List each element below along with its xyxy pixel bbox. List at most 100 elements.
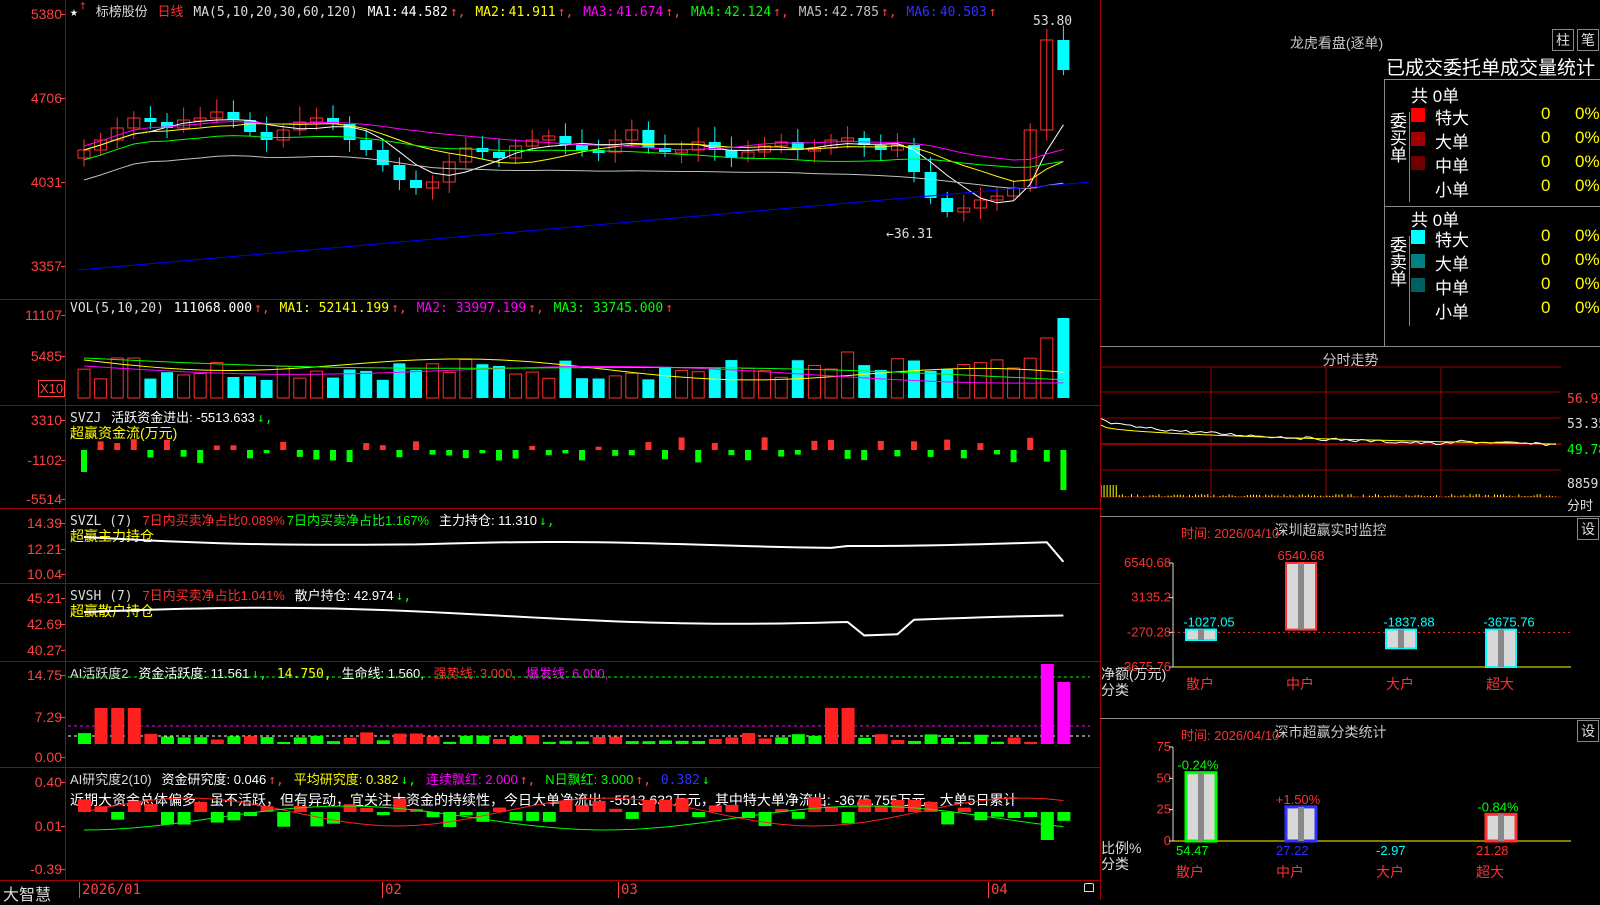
kline-pane[interactable]: 5380 4706 4031 3357 ★ † 标榜股份 日线 MA(5,10,2… [0,0,1100,300]
volume-bar-up [990,359,1004,399]
ai-research-pane[interactable]: 0.40 0.01 -0.39 AI研究度2(10) 资金研究度: 0.046 ↑… [0,768,1100,880]
air-bar-up [194,801,208,812]
ai-activity-pane[interactable]: 14.75 7.29 0.00 AI活跃度2 资金活跃度: 11.561 ↓, 1… [0,662,1100,768]
air-bar-up [360,807,374,812]
kline-chart[interactable] [0,0,1100,300]
ai-activity-bar [675,740,689,744]
category-label: 散户 [1186,676,1214,692]
svzj-bar-down [562,450,569,454]
volume-bar-down [908,360,920,398]
ai-activity-bar [260,737,274,744]
volume-bar-up [509,373,523,399]
row-value: 0 [1541,226,1551,245]
monitor-x-label: 分类 [1101,682,1129,698]
volume-bar-up [309,370,323,399]
class-stat-chart[interactable]: 时间: 2026/04/107550250-0.24%54.47散户+1.50%… [1101,719,1600,901]
monitor-chart[interactable]: 时间: 2026/04/10 6540.68 3135.2 -270.28 -3675.… [1101,517,1600,719]
ai-activity-bar [924,734,938,744]
class-stat-bar-shade [1498,814,1504,841]
fenshi-chart[interactable] [1101,347,1600,517]
svzj-bar-down [296,450,303,457]
air-bar-up [725,804,739,812]
ai-activity-bar [443,741,457,744]
candle-down [576,145,588,150]
ai-activity-bar [343,737,357,744]
longhu-row: 大单 0 0% [1411,250,1600,274]
ai-activity-bar [194,737,208,744]
volume-chart[interactable] [0,300,1100,406]
lock-icon[interactable] [1084,883,1094,892]
ai-activity-bar [775,737,789,744]
air-bar-up [576,805,589,812]
svzl-pane[interactable]: 14.39 12.21 10.04 SVZL (7) 7日内买卖净占比0.089… [0,509,1100,584]
category-label: 超大 [1486,676,1514,692]
svsh-pane[interactable]: 45.21 42.69 40.27 SVSH (7) 7日内买卖净占比1.041… [0,584,1100,662]
volume-bar-down [376,379,389,398]
ai-activity-bar [858,737,872,744]
ai-activity-bar [742,733,755,744]
monitor-bar-shade [1298,563,1304,630]
monitor-panel[interactable]: 深圳超赢实时监控 设 时间: 2026/04/10 6540.68 3135.2 -2… [1100,516,1600,718]
volume-bar-up [890,358,904,399]
ai-activity-bar [360,732,374,744]
svzj-bar-down [778,450,785,457]
svzj-bar-up [379,445,386,450]
monitor-bar-shade [1398,629,1404,649]
row-color-swatch [1411,180,1425,194]
ai-activity-bar [410,733,423,744]
volume-pane[interactable]: 11107 5485 X10 VOL(5,10,20) 111068.000 ↑,… [0,300,1100,406]
volume-bar-down [493,365,505,398]
ai-activity-bar [78,733,91,744]
ai-activity-bar [659,740,672,744]
svzj-bar-up [363,443,370,450]
row-name: 大单 [1435,133,1469,152]
fenshi-y-tick: 53.35 [1567,417,1600,432]
fenshi-panel[interactable]: 分时走势 56.92 53.35 49.78 8859 分时 [1100,346,1600,516]
svzj-bar-down [745,450,751,461]
monitor-time: 时间: 2026/04/10 [1181,526,1279,541]
ai-activity-bar [708,738,722,744]
monitor-bar-shade [1198,629,1204,641]
svzj-bar-down [462,450,469,459]
air-bar-down [542,812,556,822]
monitor-y-label: 净额(万元) [1101,666,1166,682]
volume-bar-up [459,359,473,399]
svzj-chart[interactable] [0,406,1100,509]
air-bar-up [144,804,158,812]
svzj-bar-down [612,450,619,456]
ai-activity-bar [111,708,125,744]
ai-activity-bar [161,736,174,744]
ai-activity-chart[interactable] [0,662,1100,768]
tick-mode-button[interactable]: 笔 [1577,29,1599,51]
monitor-bar-label: 6540.68 [1278,548,1325,563]
ai-activity-bar [825,708,838,744]
ai-activity-bar [94,708,108,744]
volume-bar-up [276,365,290,399]
bar-mode-button[interactable]: 柱 [1552,29,1574,51]
y-tick: -270.28 [1127,624,1171,639]
class-stat-panel[interactable]: 深市超赢分类统计 设 时间: 2026/04/10 75 50 25 0 -0.24% 54… [1100,718,1600,900]
ai-activity-bar [310,735,324,744]
svzj-bar-up [413,441,419,450]
ai-activity-bar [459,735,473,744]
ai-activity-bar [393,733,407,744]
ai-research-chart[interactable] [0,768,1100,880]
buy-section-label: 委买单 [1385,112,1410,202]
volume-bar-up [758,370,772,399]
class-stat-change: -0.24% [1177,758,1219,773]
volume-bar-up [807,364,821,399]
volume-bar-up [525,371,539,399]
svzj-bar-down [496,450,502,461]
row-pct: 0% [1575,176,1600,195]
row-name: 特大 [1435,109,1469,128]
svsh-chart[interactable] [0,584,1100,662]
svzj-pane[interactable]: 3310 -1102 -5514 SVZJ 活跃资金进出: -5513.633 ↓… [0,406,1100,509]
candle-down [144,118,157,122]
svzj-bar-up [595,446,602,450]
svzj-bar-down [628,450,635,456]
svzj-bar-down [861,450,868,461]
svzj-bar-up [230,445,237,450]
svzl-chart[interactable] [0,509,1100,584]
svzj-bar-down [479,450,486,454]
volume-bar-up [741,367,755,399]
